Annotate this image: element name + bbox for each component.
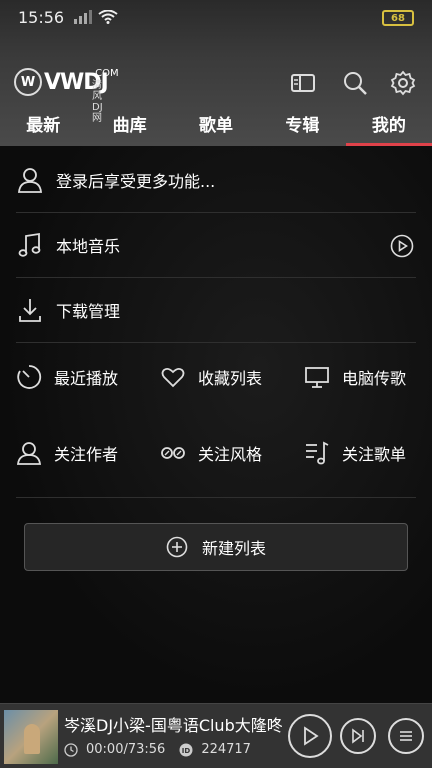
svg-text:ID: ID	[182, 747, 191, 755]
follow-artist-label: 关注作者	[54, 445, 119, 464]
login-row[interactable]: 登录后享受更多功能...	[16, 148, 416, 213]
album-cover[interactable]	[4, 710, 58, 764]
top-bar: 15:56 68 W VWDJ .COM 清风DJ网 最新 曲库 歌单 专辑 我…	[0, 0, 432, 146]
menu-list-icon	[400, 731, 412, 741]
person-icon	[16, 442, 42, 465]
plus-circle-icon	[166, 536, 188, 558]
player-queue-icon[interactable]	[290, 70, 316, 96]
clock-icon	[64, 742, 78, 757]
new-playlist-label: 新建列表	[201, 539, 266, 558]
tab-library[interactable]: 曲库	[86, 108, 172, 146]
divider	[16, 497, 416, 498]
pc-transfer-label: 电脑传歌	[342, 369, 407, 388]
status-time: 15:56	[18, 7, 65, 27]
track-id: 224717	[201, 742, 251, 757]
new-playlist-button[interactable]: 新建列表	[24, 523, 408, 571]
heart-icon	[161, 367, 185, 388]
wifi-icon	[98, 10, 118, 24]
app-logo: W VWDJ .COM 清风DJ网	[14, 68, 119, 124]
playlist-icon	[306, 441, 329, 465]
track-title[interactable]: 岑溪DJ小梁-国粤语Club大隆咚	[64, 712, 282, 736]
local-music-label: 本地音乐	[56, 237, 121, 256]
tab-mine[interactable]: 我的	[345, 108, 432, 146]
track-meta: 00:00/73:56 ID 224717	[64, 742, 251, 757]
follow-playlist-item[interactable]: 关注歌单	[304, 414, 406, 492]
playlist-button[interactable]	[388, 718, 424, 754]
downloads-label: 下载管理	[56, 302, 121, 321]
status-bar: 15:56 68	[0, 0, 432, 34]
download-icon	[19, 299, 41, 322]
next-button[interactable]	[340, 718, 376, 754]
style-icon	[161, 447, 185, 459]
tab-albums[interactable]: 专辑	[259, 108, 345, 146]
monitor-icon	[305, 367, 329, 388]
shortcut-row-2: 关注作者 关注风格 关注歌单	[16, 414, 416, 492]
shortcut-row-1: 最近播放 收藏列表 电脑传歌	[16, 338, 416, 416]
settings-icon[interactable]	[390, 70, 416, 96]
follow-style-label: 关注风格	[198, 445, 263, 464]
battery-indicator: 68	[382, 10, 414, 26]
track-position: 00:00/73:56	[86, 742, 166, 757]
tab-latest[interactable]: 最新	[0, 108, 86, 146]
tab-playlists[interactable]: 歌单	[173, 108, 259, 146]
follow-style-item[interactable]: 关注风格	[160, 414, 262, 492]
music-note-icon	[18, 232, 41, 257]
downloads-row[interactable]: 下载管理	[16, 278, 416, 343]
follow-playlist-label: 关注歌单	[342, 445, 407, 464]
logo-mark: W	[14, 68, 42, 96]
recent-play-item[interactable]: 最近播放	[16, 338, 118, 416]
play-circle-icon[interactable]	[390, 234, 414, 258]
play-button[interactable]	[288, 714, 332, 758]
logo-com: .COM	[92, 68, 119, 79]
user-icon	[18, 168, 42, 193]
next-track-icon	[352, 728, 364, 744]
login-label: 登录后享受更多功能...	[56, 172, 216, 191]
id-icon: ID	[179, 743, 193, 756]
recent-play-label: 最近播放	[54, 369, 119, 388]
favorites-label: 收藏列表	[198, 369, 263, 388]
my-page: 登录后享受更多功能... 本地音乐 下载管理 最近播放 收藏列表 电脑传歌 关注…	[0, 146, 432, 703]
signal-icon	[74, 10, 93, 24]
play-icon	[304, 726, 319, 746]
favorites-item[interactable]: 收藏列表	[160, 338, 262, 416]
status-signal-group	[74, 10, 118, 24]
mini-player: 岑溪DJ小梁-国粤语Club大隆咚 00:00/73:56 ID 224717	[0, 703, 432, 768]
follow-artist-item[interactable]: 关注作者	[16, 414, 118, 492]
recent-icon	[17, 365, 42, 389]
pc-transfer-item[interactable]: 电脑传歌	[304, 338, 406, 416]
app-bar: W VWDJ .COM 清风DJ网	[0, 60, 432, 124]
tab-bar: 最新 曲库 歌单 专辑 我的	[0, 108, 432, 146]
local-music-row[interactable]: 本地音乐	[16, 213, 416, 278]
search-icon[interactable]	[342, 70, 368, 96]
